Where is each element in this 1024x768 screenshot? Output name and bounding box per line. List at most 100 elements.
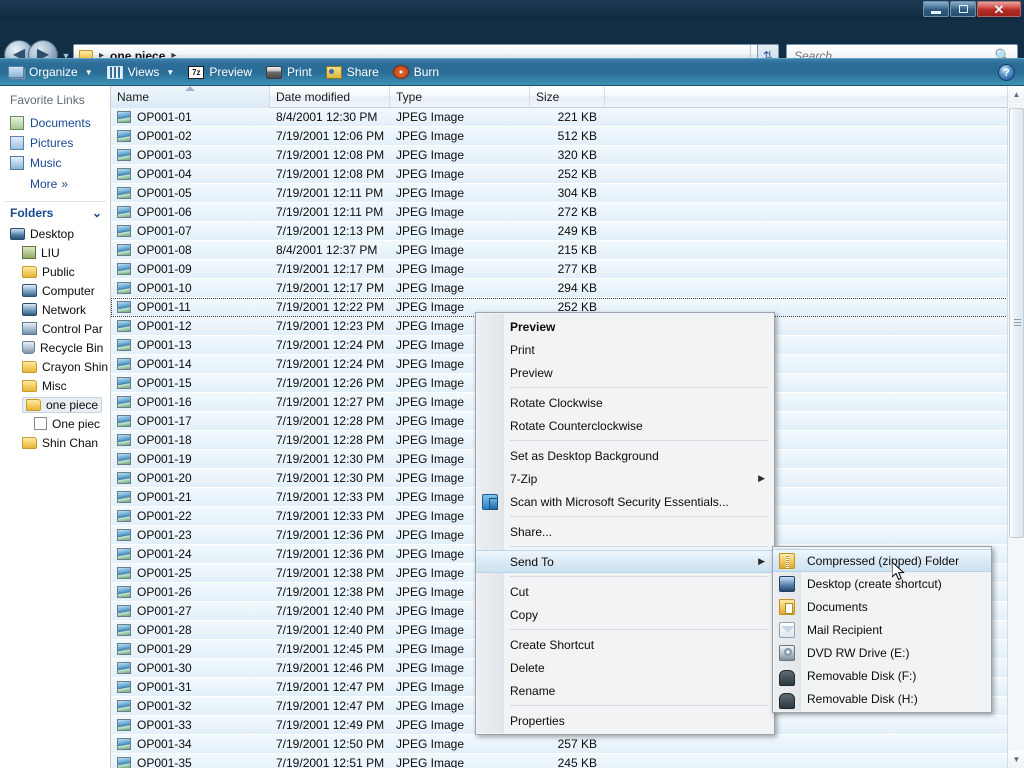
menu-item-set-as-desktop-background[interactable]: Set as Desktop Background xyxy=(476,444,774,467)
menu-item-preview[interactable]: Preview xyxy=(476,315,774,338)
menu-item-preview[interactable]: Preview xyxy=(476,361,774,384)
column-header-size[interactable]: Size xyxy=(530,85,605,108)
tree-item-control-par[interactable]: Control Par xyxy=(0,319,110,338)
sendto-item-label: Desktop (create shortcut) xyxy=(807,576,942,591)
menu-item-rename[interactable]: Rename xyxy=(476,679,774,702)
cell-name: OP001-26 xyxy=(111,585,270,599)
file-name-label: OP001-21 xyxy=(137,490,192,504)
sendto-item-desktop-create-shortcut[interactable]: Desktop (create shortcut) xyxy=(773,572,991,595)
send-to-items: Compressed (zipped) Folder Desktop (creat… xyxy=(773,549,991,710)
cell-name: OP001-20 xyxy=(111,471,270,485)
menu-item-copy[interactable]: Copy xyxy=(476,603,774,626)
file-name-label: OP001-30 xyxy=(137,661,192,675)
menu-item-rotate-counterclockwise[interactable]: Rotate Counterclockwise xyxy=(476,414,774,437)
table-row[interactable]: OP001-05 7/19/2001 12:11 PM JPEG Image 304 … xyxy=(111,184,1024,203)
preview-button[interactable]: 7z Preview xyxy=(181,60,259,84)
tree-item-network[interactable]: Network xyxy=(0,300,110,319)
table-row[interactable]: OP001-01 8/4/2001 12:30 PM JPEG Image 221 K… xyxy=(111,108,1024,127)
close-button[interactable]: ✕ xyxy=(977,1,1021,17)
cell-date-modified: 7/19/2001 12:30 PM xyxy=(276,452,385,466)
maximize-button[interactable] xyxy=(950,1,976,17)
minimize-button[interactable] xyxy=(923,1,949,17)
documents-folder-icon xyxy=(779,598,795,615)
menu-item-7-zip[interactable]: 7-Zip ▶ xyxy=(476,467,774,490)
scroll-up-button[interactable]: ▲ xyxy=(1008,86,1024,103)
sidebar-item-pictures[interactable]: Pictures xyxy=(0,133,110,153)
tree-item-recycle-bin[interactable]: Recycle Bin xyxy=(0,338,110,357)
tree-item-shin-chan[interactable]: Shin Chan xyxy=(0,433,110,452)
printer-icon xyxy=(266,65,283,79)
tree-item-content: one piece xyxy=(22,396,103,413)
help-button[interactable]: ? xyxy=(998,64,1015,81)
table-row[interactable]: OP001-06 7/19/2001 12:11 PM JPEG Image 272 … xyxy=(111,203,1024,222)
menu-item-rotate-clockwise[interactable]: Rotate Clockwise xyxy=(476,391,774,414)
sendto-item-documents[interactable]: Documents xyxy=(773,595,991,618)
menu-item-label: Share... xyxy=(510,524,553,539)
menu-item-print[interactable]: Print xyxy=(476,338,774,361)
vertical-scrollbar[interactable]: ▲ ▼ xyxy=(1007,86,1024,768)
share-button[interactable]: Share xyxy=(319,60,386,84)
column-header-type[interactable]: Type xyxy=(390,85,530,108)
tree-item-crayon-shin[interactable]: Crayon Shin xyxy=(0,357,110,376)
organize-label: Organize xyxy=(29,65,78,79)
scroll-down-button[interactable]: ▼ xyxy=(1008,751,1024,768)
sendto-item-mail-recipient[interactable]: Mail Recipient xyxy=(773,618,991,641)
table-row[interactable]: OP001-07 7/19/2001 12:13 PM JPEG Image 249 … xyxy=(111,222,1024,241)
print-button[interactable]: Print xyxy=(259,60,319,84)
table-row[interactable]: OP001-03 7/19/2001 12:08 PM JPEG Image 320 … xyxy=(111,146,1024,165)
tree-item-one-piec[interactable]: One piec xyxy=(0,414,110,433)
cell-type: JPEG Image xyxy=(396,167,465,181)
table-row[interactable]: OP001-08 8/4/2001 12:37 PM JPEG Image 215 K… xyxy=(111,241,1024,260)
menu-item-send-to[interactable]: Send To ▶ xyxy=(476,550,774,573)
tree-item-public[interactable]: Public xyxy=(0,262,110,281)
tree-item-content: Shin Chan xyxy=(22,436,98,450)
menu-item-label: Delete xyxy=(510,660,545,675)
chevron-down-icon[interactable]: ⌄ xyxy=(92,206,102,220)
table-row[interactable]: OP001-04 7/19/2001 12:08 PM JPEG Image 252 … xyxy=(111,165,1024,184)
tree-item-desktop[interactable]: Desktop xyxy=(0,224,110,243)
cell-name: OP001-24 xyxy=(111,547,270,561)
table-row[interactable]: OP001-34 7/19/2001 12:50 PM JPEG Image 257 … xyxy=(111,735,1024,754)
menu-item-create-shortcut[interactable]: Create Shortcut xyxy=(476,633,774,656)
sidebar-more-button[interactable]: More » xyxy=(0,173,110,195)
jpeg-image-icon xyxy=(117,491,131,503)
sidebar-item-documents[interactable]: Documents xyxy=(0,113,110,133)
cell-date-modified: 7/19/2001 12:17 PM xyxy=(276,262,385,276)
sendto-item-removable-disk-h[interactable]: Removable Disk (H:) xyxy=(773,687,991,710)
sevenzip-icon: 7z xyxy=(188,65,205,79)
cell-type: JPEG Image xyxy=(396,737,465,751)
menu-item-properties[interactable]: Properties xyxy=(476,709,774,732)
column-header-name[interactable]: Name xyxy=(111,85,270,108)
sendto-item-dvd-rw-drive-e[interactable]: DVD RW Drive (E:) xyxy=(773,641,991,664)
sendto-item-compressed-zipped-folder[interactable]: Compressed (zipped) Folder xyxy=(773,549,991,572)
table-row[interactable]: OP001-02 7/19/2001 12:06 PM JPEG Image 512 … xyxy=(111,127,1024,146)
mail-icon xyxy=(779,621,795,638)
menu-item-share[interactable]: Share... xyxy=(476,520,774,543)
table-row[interactable]: OP001-10 7/19/2001 12:17 PM JPEG Image 294 … xyxy=(111,279,1024,298)
table-row[interactable]: OP001-35 7/19/2001 12:51 PM JPEG Image 245 … xyxy=(111,754,1024,768)
menu-item-scan-with-microsoft-security-essentials[interactable]: Scan with Microsoft Security Essentials.… xyxy=(476,490,774,513)
tree-item-one-piece[interactable]: one piece xyxy=(0,395,110,414)
menu-item-cut[interactable]: Cut xyxy=(476,580,774,603)
burn-button[interactable]: Burn xyxy=(386,60,446,84)
sendto-item-label: Compressed (zipped) Folder xyxy=(807,553,960,568)
folders-header[interactable]: Folders ⌄ xyxy=(0,202,110,224)
tree-item-computer[interactable]: Computer xyxy=(0,281,110,300)
cell-date-modified: 7/19/2001 12:26 PM xyxy=(276,376,385,390)
zipped-folder-icon xyxy=(779,552,795,569)
cell-name: OP001-07 xyxy=(111,224,270,238)
column-header-date-modified[interactable]: Date modified xyxy=(270,85,390,108)
menu-item-delete[interactable]: Delete xyxy=(476,656,774,679)
scrollbar-thumb[interactable] xyxy=(1009,108,1024,538)
file-name-label: OP001-20 xyxy=(137,471,192,485)
cell-date-modified: 7/19/2001 12:08 PM xyxy=(276,167,385,181)
tree-item-misc[interactable]: Misc xyxy=(0,376,110,395)
tree-item-liu[interactable]: LIU xyxy=(0,243,110,262)
sidebar-item-music[interactable]: Music xyxy=(0,153,110,173)
sendto-item-removable-disk-f[interactable]: Removable Disk (F:) xyxy=(773,664,991,687)
table-row[interactable]: OP001-09 7/19/2001 12:17 PM JPEG Image 277 … xyxy=(111,260,1024,279)
views-button[interactable]: Views ▼ xyxy=(100,60,182,84)
organize-button[interactable]: Organize ▼ xyxy=(0,60,100,84)
jpeg-image-icon xyxy=(117,700,131,712)
file-name-label: OP001-28 xyxy=(137,623,192,637)
